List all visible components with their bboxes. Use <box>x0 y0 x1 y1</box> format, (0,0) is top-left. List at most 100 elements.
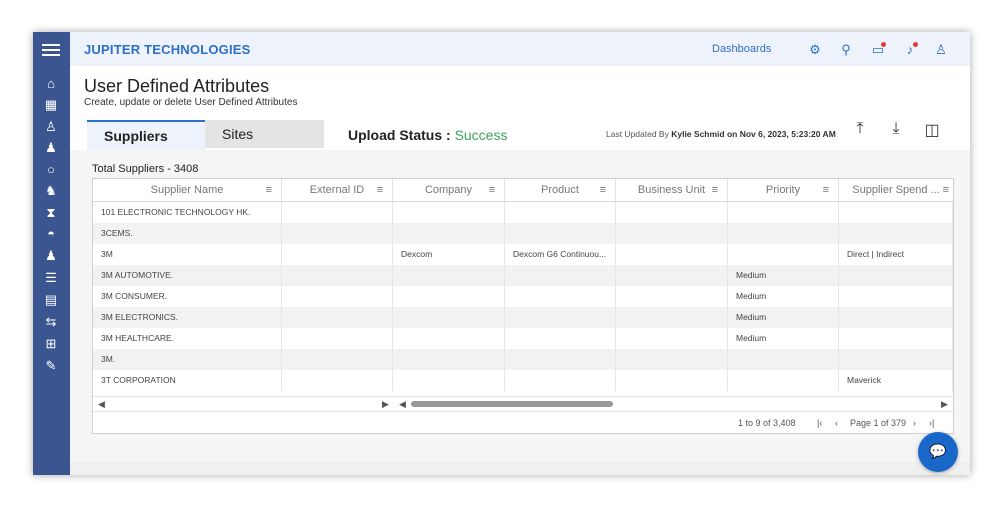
table-row[interactable]: 3M Dexcom Dexcom G6 Continuou... Direct | I… <box>93 244 953 265</box>
table-cell: 3M AUTOMOTIVE. <box>93 265 282 286</box>
scroll-left-icon[interactable]: ◀ <box>98 397 105 411</box>
feedback-icon[interactable]: ▭ <box>870 42 886 58</box>
column-menu-icon[interactable]: ≡ <box>377 179 383 201</box>
column-header-label: Company <box>424 184 473 196</box>
columns-icon[interactable]: ◫ <box>923 120 941 140</box>
clipboard-icon[interactable]: ▤ <box>43 292 59 308</box>
next-page-icon[interactable]: › <box>913 418 916 428</box>
org-icon[interactable]: ♙ <box>43 119 59 135</box>
column-menu-icon[interactable]: ≡ <box>712 179 718 201</box>
table-cell: Maverick <box>839 370 953 391</box>
table-cell <box>728 223 839 244</box>
search-person-icon[interactable]: ♞ <box>43 183 59 199</box>
table-row[interactable]: 101 ELECTRONIC TECHNOLOGY HK. <box>93 202 953 223</box>
table-row[interactable]: 3M. <box>93 349 953 370</box>
last-updated: Last Updated By Kylie Schmid on Nov 6, 2… <box>606 129 836 139</box>
home-icon[interactable]: ⌂ <box>43 76 59 92</box>
notification-icon[interactable]: ♪ <box>902 42 918 58</box>
app-window: ⌂ ▦ ♙ ♟ ○ ♞ ⧗ ◓ ♟ ☰ ▤ ⇆ ⊞ ✎ JUPITER TECH… <box>33 32 970 475</box>
user-settings-icon[interactable]: ♟ <box>43 248 59 264</box>
column-header[interactable]: Company ≡ <box>393 179 505 201</box>
settings-icon[interactable]: ⚙ <box>807 42 823 58</box>
table-cell: Dexcom G6 Continuou... <box>505 244 616 265</box>
upload-status-value: Success <box>454 127 508 143</box>
download-icon[interactable]: ⤓ <box>887 120 905 140</box>
table-cell: Medium <box>728 286 839 307</box>
grid-header: Supplier Name ≡ External ID ≡ Company ≡ Pro… <box>93 179 953 202</box>
scroll-right-icon[interactable]: ▶ <box>382 397 389 411</box>
page-subtitle: Create, update or delete User Defined At… <box>84 97 298 108</box>
calendar-icon[interactable]: ▦ <box>43 97 59 113</box>
column-menu-icon[interactable]: ≡ <box>823 179 829 201</box>
pager-page: Page 1 of 379 <box>850 418 907 428</box>
column-header[interactable]: Supplier Spend ... ≡ <box>839 179 953 201</box>
table-cell <box>616 244 728 265</box>
column-menu-icon[interactable]: ≡ <box>266 179 272 201</box>
horizontal-scrollbar[interactable]: ◀ ▶ ◀ ▶ <box>93 396 953 411</box>
scroll-right-icon[interactable]: ▶ <box>941 397 948 411</box>
last-page-icon[interactable]: ›| <box>929 418 934 428</box>
tab-sites[interactable]: Sites <box>205 120 324 148</box>
column-menu-icon[interactable]: ≡ <box>600 179 606 201</box>
column-header[interactable]: Business Unit ≡ <box>616 179 728 201</box>
first-page-icon[interactable]: |‹ <box>817 418 822 428</box>
table-cell <box>616 328 728 349</box>
table-row[interactable]: 3T CORPORATION Maverick <box>93 370 953 391</box>
table-row[interactable]: 3M CONSUMER. Medium <box>93 286 953 307</box>
column-header-label: Priority <box>765 184 801 196</box>
column-menu-icon[interactable]: ≡ <box>943 179 949 201</box>
table-cell <box>505 202 616 223</box>
table-row[interactable]: 3M ELECTRONICS. Medium <box>93 307 953 328</box>
tab-suppliers[interactable]: Suppliers <box>87 120 205 150</box>
table-cell <box>616 370 728 391</box>
column-header-label: Supplier Name <box>150 184 224 196</box>
last-updated-user: Kylie Schmid on Nov 6, 2023, 5:23:20 AM <box>671 129 836 139</box>
user-edit-icon[interactable]: ✎ <box>43 358 59 374</box>
search-icon[interactable]: ⚲ <box>838 42 854 58</box>
footer-bar <box>70 462 970 475</box>
menu-icon[interactable] <box>42 44 60 58</box>
table-cell <box>282 370 393 391</box>
cycle-icon[interactable]: ○ <box>43 162 59 178</box>
table-cell: 3M ELECTRONICS. <box>93 307 282 328</box>
column-header-label: Supplier Spend ... <box>852 184 940 196</box>
table-cell <box>839 202 953 223</box>
table-cell: Dexcom <box>393 244 505 265</box>
dashboards-link[interactable]: Dashboards <box>712 43 771 55</box>
column-menu-icon[interactable]: ≡ <box>489 179 495 201</box>
table-cell <box>505 223 616 244</box>
scroll-left-icon[interactable]: ◀ <box>399 397 406 411</box>
column-header[interactable]: Priority ≡ <box>728 179 839 201</box>
column-header[interactable]: Supplier Name ≡ <box>93 179 282 201</box>
table-row[interactable]: 3M AUTOMOTIVE. Medium <box>93 265 953 286</box>
scrollbar-thumb[interactable] <box>411 401 613 407</box>
prev-page-icon[interactable]: ‹ <box>835 418 838 428</box>
column-header[interactable]: External ID ≡ <box>282 179 393 201</box>
table-cell <box>839 328 953 349</box>
table-cell <box>728 349 839 370</box>
hourglass-icon[interactable]: ⧗ <box>43 205 59 221</box>
table-cell <box>282 328 393 349</box>
table-cell <box>282 265 393 286</box>
table-cell: 3M. <box>93 349 282 370</box>
table-cell <box>839 286 953 307</box>
column-header[interactable]: Product ≡ <box>505 179 616 201</box>
hierarchy-icon[interactable]: ⊞ <box>43 336 59 352</box>
table-cell <box>616 286 728 307</box>
table-row[interactable]: 3CEMS. <box>93 223 953 244</box>
group-icon[interactable]: ♟ <box>43 140 59 156</box>
table-cell <box>282 286 393 307</box>
list-icon[interactable]: ☰ <box>43 270 59 286</box>
column-header-label: Business Unit <box>637 184 706 196</box>
table-cell: Medium <box>728 265 839 286</box>
gauge-icon[interactable]: ◓ <box>43 226 59 242</box>
chat-button[interactable]: 💬 <box>918 432 958 472</box>
table-cell <box>282 349 393 370</box>
table-cell <box>616 223 728 244</box>
user-icon[interactable]: ♙ <box>933 42 949 58</box>
upload-status: Upload Status : Success <box>348 127 507 143</box>
brand-logo: JUPITER TECHNOLOGIES <box>84 42 251 57</box>
table-row[interactable]: 3M HEALTHCARE. Medium <box>93 328 953 349</box>
transfer-icon[interactable]: ⇆ <box>43 314 59 330</box>
upload-icon[interactable]: ⤒ <box>851 120 869 140</box>
